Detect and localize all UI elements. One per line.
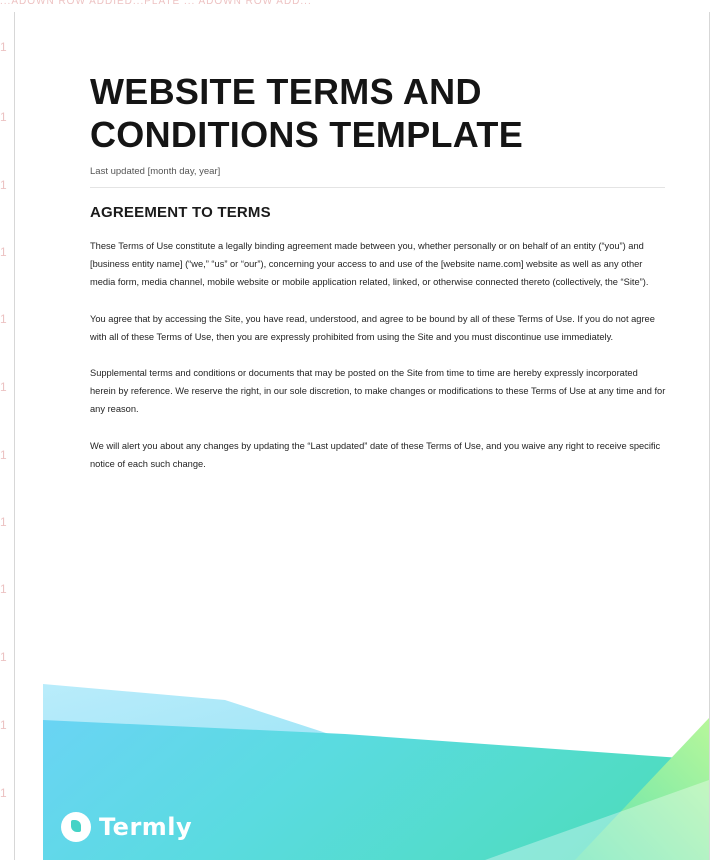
termly-brand: Termly [61,812,192,842]
paragraph-acceptance: You agree that by accessing the Site, yo… [90,313,655,342]
title-divider [90,187,665,188]
title-line-1: WEBSITE TERMS AND [90,71,482,112]
screenshot-canvas: ...ADOWN ROW ADDIED...PLATE ... ADOWN RO… [0,0,715,864]
left-watermark-strip: 1 1 1 1 1 1 1 1 1 1 1 1 [0,40,7,800]
last-updated-text: Last updated [month day, year] [90,166,221,177]
template-page: WEBSITE TERMS AND CONDITIONS TEMPLATE La… [14,12,710,860]
paragraph-changes-notice: We will alert you about any changes by u… [90,440,661,469]
document-body: WEBSITE TERMS AND CONDITIONS TEMPLATE La… [90,70,670,473]
document-title: WEBSITE TERMS AND CONDITIONS TEMPLATE [90,70,630,156]
termly-logo-icon [61,812,91,842]
brand-name: Termly [99,813,193,841]
title-line-2: CONDITIONS TEMPLATE [90,114,524,155]
section-heading: AGREEMENT TO TERMS [90,204,271,221]
top-watermark-strip: ...ADOWN ROW ADDIED...PLATE ... ADOWN RO… [0,0,312,7]
paragraph-supplemental-terms: Supplemental terms and conditions or doc… [90,368,666,415]
paragraph-agreement: These Terms of Use constitute a legally … [90,241,649,288]
